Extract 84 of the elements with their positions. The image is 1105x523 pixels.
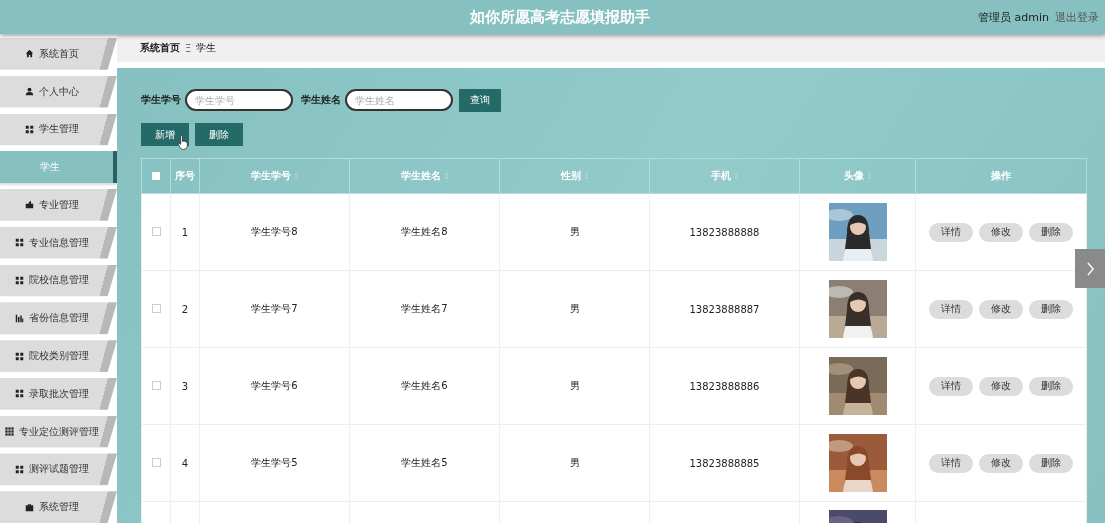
delete-button[interactable]: 删除	[1029, 376, 1073, 396]
sidebar-item[interactable]: 个人中心	[0, 75, 117, 108]
grid-icon	[14, 275, 24, 285]
grid-icon	[4, 427, 14, 437]
table-cell: 男	[499, 193, 650, 271]
details-button[interactable]: 详情	[929, 453, 973, 473]
grid-icon	[14, 238, 24, 248]
row-checkbox[interactable]	[151, 457, 161, 467]
table-cell: 学生学号6	[199, 347, 350, 425]
table-cell: 学生学号7	[199, 270, 350, 348]
breadcrumb-separator: Ξ	[185, 42, 192, 54]
hand-cursor-icon	[177, 135, 188, 150]
building-icon	[24, 200, 34, 210]
table-cell: 学生姓名8	[349, 193, 500, 271]
sidebar-item[interactable]: 专业定位测评管理	[0, 415, 117, 448]
table-cell: 13823888887	[649, 270, 800, 348]
grid-icon	[14, 464, 24, 474]
edit-button[interactable]: 修改	[979, 453, 1023, 473]
briefcase-icon	[24, 502, 34, 512]
sidebar-item[interactable]: 测评试题管理	[0, 453, 117, 486]
app-title: 如你所愿高考志愿填报助手	[470, 7, 650, 27]
sidebar-item[interactable]: 院校类别管理	[0, 340, 117, 372]
user-label: 管理员 admin	[978, 9, 1049, 25]
grid-icon	[14, 389, 24, 399]
table-cell: 男	[499, 347, 650, 425]
chevron-right-icon	[1085, 261, 1095, 276]
details-button[interactable]: 详情	[929, 222, 973, 242]
table-cell: 13823888888	[649, 193, 800, 271]
table-cell: 男	[499, 270, 650, 348]
sidebar-item[interactable]: 专业管理	[0, 189, 117, 221]
details-button[interactable]: 详情	[929, 299, 973, 319]
logout-link[interactable]: 退出登录	[1055, 9, 1099, 25]
table-cell: 学生姓名6	[349, 347, 500, 425]
add-button[interactable]: 新增	[141, 123, 189, 146]
bar-chart-icon	[14, 313, 24, 323]
search-field[interactable]: 学生学号	[185, 89, 293, 111]
sidebar-item[interactable]: 系统首页	[0, 38, 117, 70]
search-field[interactable]: 学生姓名	[345, 89, 453, 111]
sidebar-item[interactable]: 院校信息管理	[0, 264, 117, 297]
sort-icon[interactable]	[293, 172, 299, 180]
edit-button[interactable]: 修改	[979, 376, 1023, 396]
sort-icon[interactable]	[583, 172, 589, 180]
sort-icon[interactable]	[866, 172, 872, 180]
table-cell: 4	[170, 424, 200, 502]
column-header: 操作	[915, 158, 1087, 194]
delete-button[interactable]: 删除	[1029, 222, 1073, 242]
table-cell: 男	[499, 424, 650, 502]
table-cell: 学生姓名7	[349, 270, 500, 348]
select-all-checkbox[interactable]	[152, 171, 160, 180]
table-cell: 学生姓名5	[349, 424, 500, 502]
next-arrow-button[interactable]	[1075, 249, 1105, 288]
sidebar-item[interactable]: 专业信息管理	[0, 226, 117, 259]
column-header: 序号	[170, 158, 200, 194]
table-cell: 2	[170, 270, 200, 348]
user-icon	[24, 87, 34, 97]
sidebar-item[interactable]: 系统管理	[0, 491, 117, 523]
row-checkbox[interactable]	[151, 303, 161, 313]
table-cell: 1	[170, 193, 200, 271]
search-button[interactable]: 查询	[459, 88, 501, 112]
delete-button[interactable]: 删除	[1029, 299, 1073, 319]
delete-button[interactable]: 删除	[195, 123, 243, 146]
sidebar-item[interactable]: 省份信息管理	[0, 302, 117, 335]
table-cell: 13823888886	[649, 347, 800, 425]
row-checkbox[interactable]	[151, 380, 161, 390]
table-cell: 学生学号8	[199, 193, 350, 271]
field-label: 学生学号	[141, 93, 181, 107]
breadcrumb-link[interactable]: 系统首页	[140, 41, 180, 55]
field-label: 学生姓名	[301, 93, 341, 107]
grid-icon	[14, 351, 24, 361]
sidebar-item[interactable]: 学生管理	[0, 113, 117, 146]
grid-icon	[24, 124, 34, 134]
edit-button[interactable]: 修改	[979, 299, 1023, 319]
breadcrumb-current: 学生	[196, 41, 217, 55]
edit-button[interactable]: 修改	[979, 222, 1023, 242]
home-icon	[24, 49, 34, 59]
details-button[interactable]: 详情	[929, 376, 973, 396]
table-cell: 13823888885	[649, 424, 800, 502]
row-checkbox[interactable]	[151, 226, 161, 236]
table-cell: 学生学号5	[199, 424, 350, 502]
delete-button[interactable]: 删除	[1029, 453, 1073, 473]
sort-icon[interactable]	[733, 172, 739, 180]
sort-icon[interactable]	[443, 172, 449, 180]
sidebar-item[interactable]: 录取批次管理	[0, 377, 117, 410]
table-cell: 3	[170, 347, 200, 425]
